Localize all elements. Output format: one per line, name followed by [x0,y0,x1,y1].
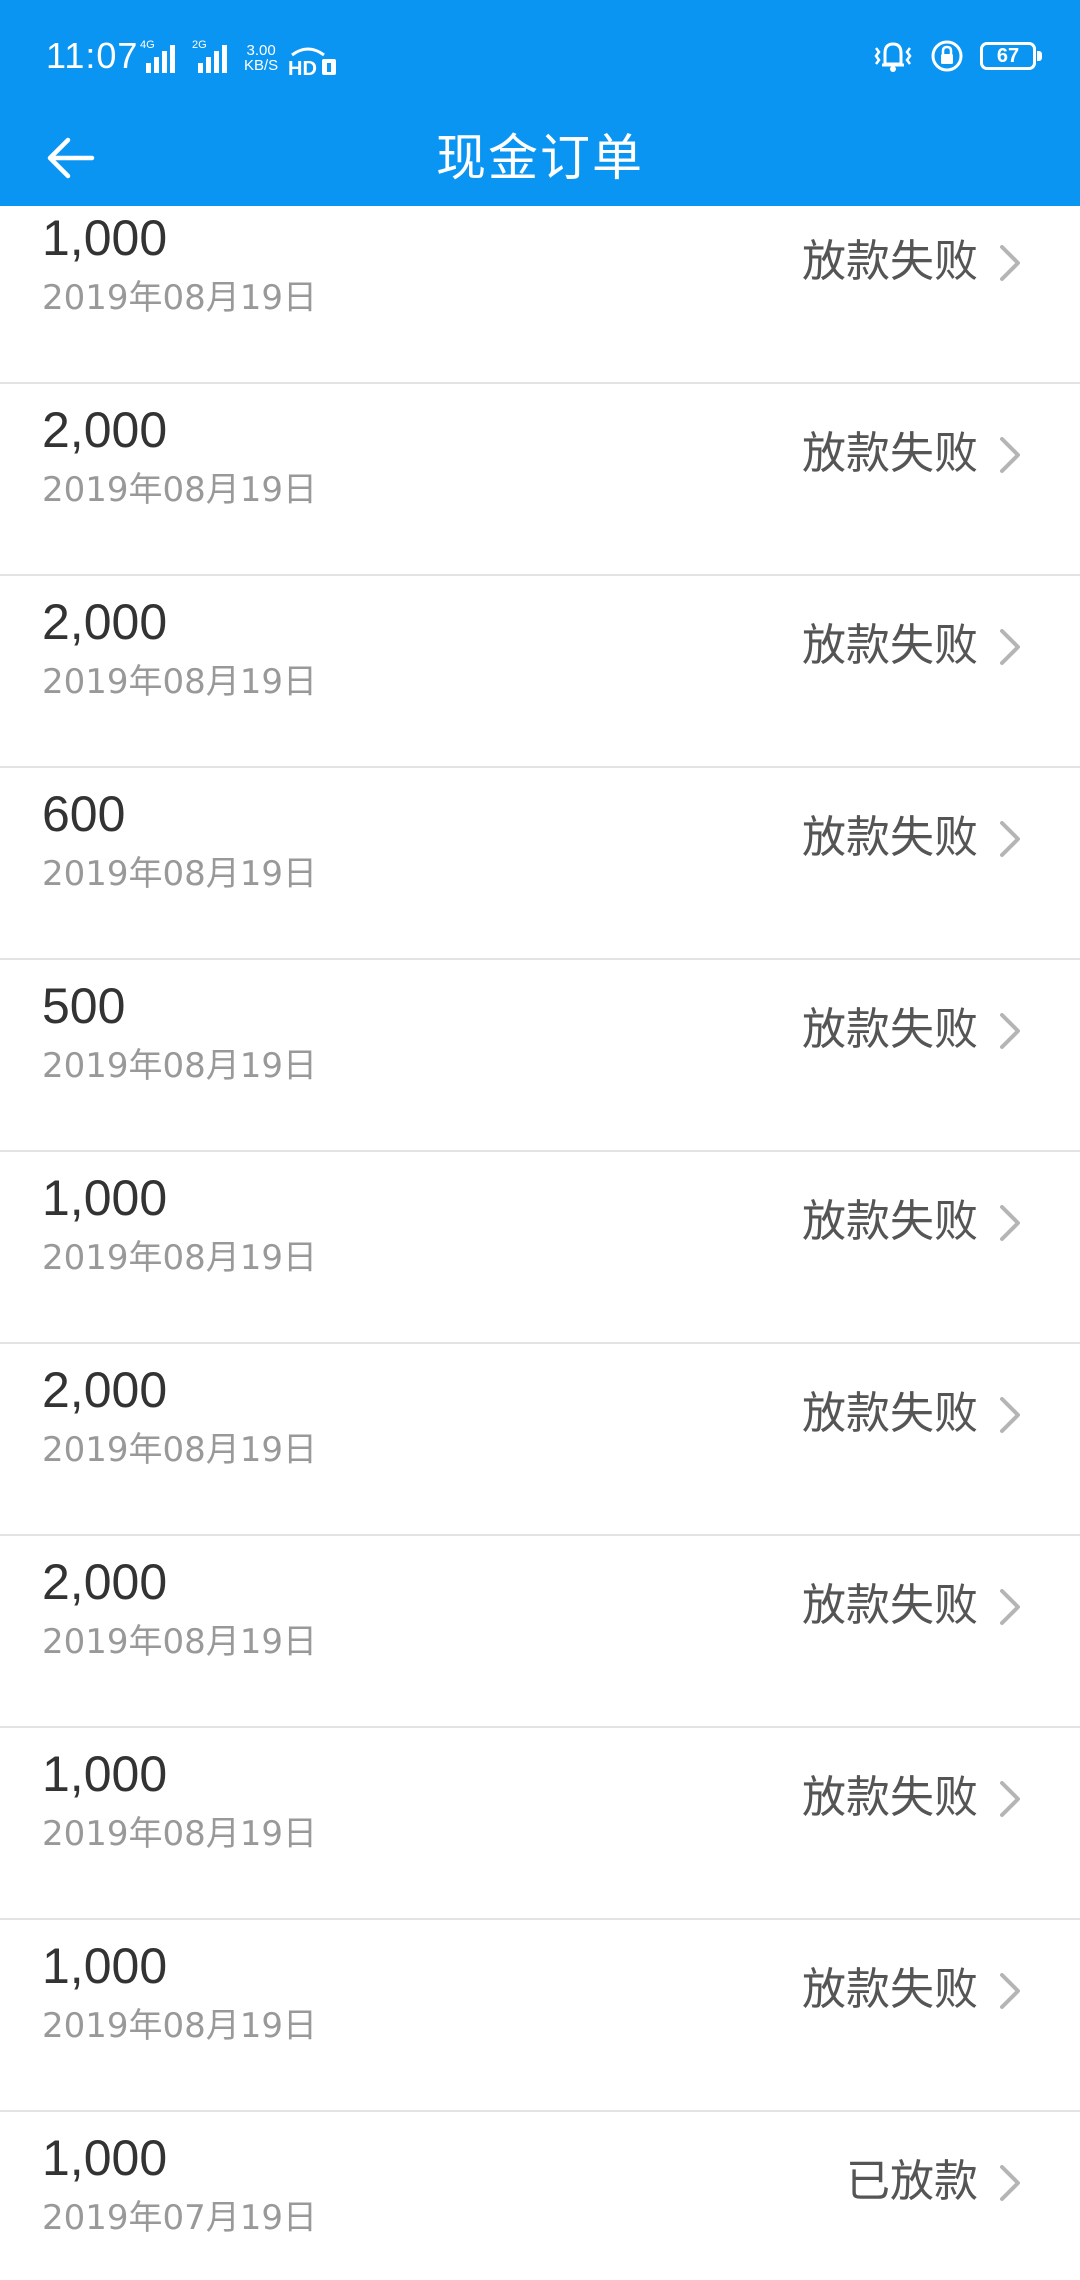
order-status: 放款失败 [802,1772,978,1823]
chevron-right-icon [1000,1973,1020,2009]
order-date: 2019年08月19日 [42,854,318,894]
order-amount: 2,000 [42,402,168,458]
order-amount: 1,000 [42,1170,168,1226]
page-title: 现金订单 [436,129,644,187]
status-bar: 11:07 4G 2G 3.00 KB/S HD 67 [0,0,1080,110]
chevron-right-icon [1000,629,1020,665]
order-row[interactable]: 1,000 2019年08月19日 放款失败 [0,1728,1080,1920]
vibrate-icon [874,42,912,72]
order-amount: 2,000 [42,1554,168,1610]
order-amount: 2,000 [42,1362,168,1418]
signal-2g-icon: 2G [192,39,227,73]
network-speed-value: 3.00 [246,42,276,59]
chevron-right-icon [1000,1589,1020,1625]
chevron-right-icon [1000,1205,1020,1241]
order-status: 放款失败 [802,428,978,479]
order-amount: 1,000 [42,1938,168,1994]
order-date: 2019年08月19日 [42,1814,318,1854]
order-date: 2019年08月19日 [42,278,318,318]
order-status: 放款失败 [802,1196,978,1247]
chevron-right-icon [1000,821,1020,857]
order-row[interactable]: 2,000 2019年08月19日 放款失败 [0,384,1080,576]
order-status: 放款失败 [802,1580,978,1631]
svg-text:HD: HD [288,58,317,77]
order-status: 放款失败 [802,1964,978,2015]
network-speed: 3.00 KB/S [244,43,278,73]
order-status: 放款失败 [802,1388,978,1439]
order-amount: 1,000 [42,1746,168,1802]
order-row[interactable]: 1,000 2019年08月19日 放款失败 [0,1152,1080,1344]
status-right-icons: 67 [872,36,1042,76]
order-date: 2019年08月19日 [42,1430,318,1470]
chevron-right-icon [1000,2165,1020,2201]
signal-4g-icon: 4G [140,39,175,73]
order-date: 2019年07月19日 [42,2198,318,2238]
order-row[interactable]: 2,000 2019年08月19日 放款失败 [0,576,1080,768]
chevron-right-icon [1000,1013,1020,1049]
order-date: 2019年08月19日 [42,662,318,702]
order-row[interactable]: 2,000 2019年08月19日 放款失败 [0,1536,1080,1728]
order-amount: 500 [42,978,126,1034]
order-list[interactable]: 1,000 2019年08月19日 放款失败 2,000 2019年08月19日… [0,206,1080,2280]
order-status: 放款失败 [802,236,978,287]
chevron-right-icon [1000,1781,1020,1817]
order-row[interactable]: 600 2019年08月19日 放款失败 [0,768,1080,960]
order-date: 2019年08月19日 [42,1238,318,1278]
order-amount: 600 [42,786,126,842]
order-status: 已放款 [846,2156,978,2207]
battery-icon: 67 [980,42,1042,70]
hd-call-icon: HD [288,47,337,77]
order-row[interactable]: 500 2019年08月19日 放款失败 [0,960,1080,1152]
back-button[interactable] [22,120,118,196]
arrow-left-icon [47,137,95,179]
order-date: 2019年08月19日 [42,2006,318,2046]
status-time: 11:07 [46,35,139,76]
svg-text:2G: 2G [192,39,207,51]
order-amount: 1,000 [42,2130,168,2186]
order-row[interactable]: 2,000 2019年08月19日 放款失败 [0,1344,1080,1536]
order-status: 放款失败 [802,1004,978,1055]
order-amount: 2,000 [42,594,168,650]
chevron-right-icon [1000,245,1020,281]
toolbar: 现金订单 [0,110,1080,206]
order-list-inner: 1,000 2019年08月19日 放款失败 2,000 2019年08月19日… [0,206,1080,2280]
status-left-icons: 4G 2G 3.00 KB/S HD [140,33,338,77]
svg-text:4G: 4G [140,39,155,51]
app-header: 11:07 4G 2G 3.00 KB/S HD 67 现金订单 [0,0,1080,206]
battery-level: 67 [996,45,1020,67]
order-date: 2019年08月19日 [42,1046,318,1086]
order-status: 放款失败 [802,812,978,863]
network-speed-unit: KB/S [244,57,279,74]
order-row[interactable]: 1,000 2019年08月19日 放款失败 [0,206,1080,384]
chevron-right-icon [1000,437,1020,473]
order-date: 2019年08月19日 [42,1622,318,1662]
order-date: 2019年08月19日 [42,470,318,510]
rotation-lock-icon [931,40,963,72]
chevron-right-icon [1000,1397,1020,1433]
order-row[interactable]: 1,000 2019年07月19日 已放款 [0,2112,1080,2280]
order-status: 放款失败 [802,620,978,671]
order-amount: 1,000 [42,210,168,266]
order-row[interactable]: 1,000 2019年08月19日 放款失败 [0,1920,1080,2112]
